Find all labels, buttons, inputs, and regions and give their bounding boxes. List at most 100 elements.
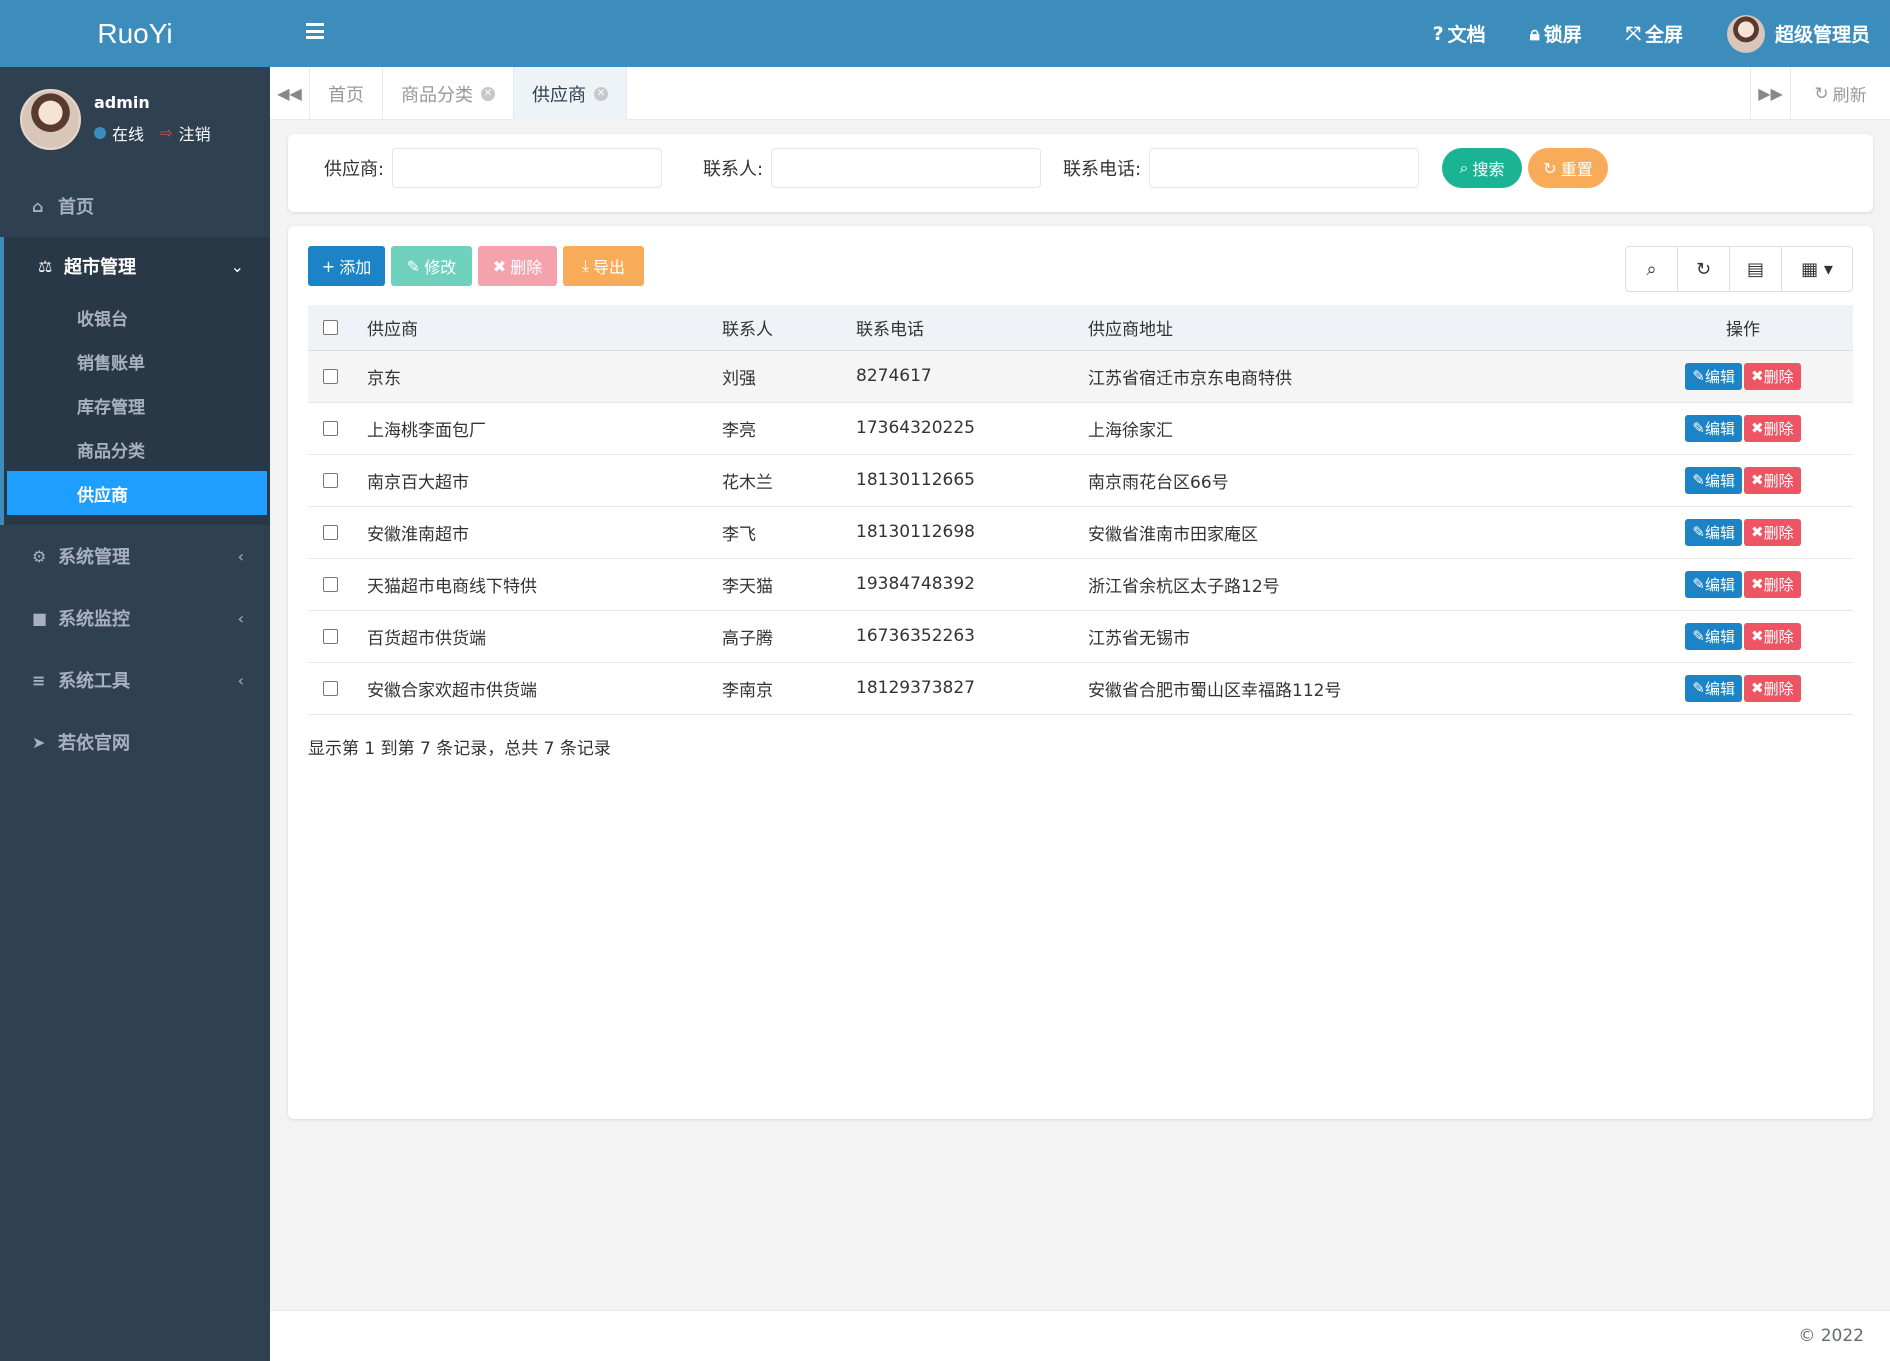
chevron-left-icon: ‹	[237, 670, 244, 690]
columns-icon[interactable]: ▦ ▾	[1782, 247, 1852, 291]
sidebar-item-supplier[interactable]: 供应商	[7, 471, 267, 515]
table-row[interactable]: 安徽淮南超市 李飞 18130112698 安徽省淮南市田家庵区 ✎ 编辑 ✖ 删除	[308, 506, 1853, 559]
sidebar-item-monitor[interactable]: ■ 系统监控 ‹	[0, 587, 270, 649]
row-edit-label: 编辑	[1704, 367, 1735, 386]
row-edit-label: 编辑	[1704, 523, 1735, 542]
table-row[interactable]: 上海桃李面包厂 李亮 17364320225 上海徐家汇 ✎ 编辑 ✖ 删除	[308, 402, 1853, 455]
sidebar-item-supermarket[interactable]: ⚖ 超市管理 ⌄	[4, 237, 270, 295]
table-row[interactable]: 南京百大超市 花木兰 18130112665 南京雨花台区66号 ✎ 编辑 ✖ 删除	[308, 454, 1853, 507]
video-camera-icon: ■	[32, 608, 48, 628]
sidebar-item-cashier[interactable]: 收银台	[4, 295, 270, 339]
cell-address: 上海徐家汇	[1088, 402, 1633, 455]
tab-supplier[interactable]: 供应商 ✕	[514, 67, 627, 120]
times-icon: ✖	[1751, 419, 1764, 437]
row-delete-button[interactable]: ✖ 删除	[1744, 622, 1801, 650]
row-edit-button[interactable]: ✎ 编辑	[1685, 466, 1742, 494]
sidebar-item-home[interactable]: ⌂ 首页	[0, 175, 270, 237]
table-row[interactable]: 京东 刘强 8274617 江苏省宿迁市京东电商特供 ✎ 编辑 ✖ 删除	[308, 350, 1853, 403]
cell-contact: 李亮	[722, 402, 856, 455]
sidebar-item-sales[interactable]: 销售账单	[4, 339, 270, 383]
row-checkbox[interactable]	[323, 420, 338, 436]
row-delete-button[interactable]: ✖ 删除	[1744, 570, 1801, 598]
row-checkbox[interactable]	[323, 680, 338, 696]
avatar[interactable]	[20, 89, 81, 150]
sidebar-item-tools[interactable]: ≡ 系统工具 ‹	[0, 649, 270, 711]
row-checkbox[interactable]	[323, 368, 338, 384]
search-toggle-icon[interactable]: ⌕	[1626, 247, 1678, 291]
logout-icon[interactable]: ⇨	[160, 124, 173, 142]
table-row[interactable]: 百货超市供货端 高子腾 16736352263 江苏省无锡市 ✎ 编辑 ✖ 删除	[308, 610, 1853, 663]
close-icon[interactable]: ✕	[594, 86, 608, 101]
row-checkbox[interactable]	[323, 524, 338, 540]
row-delete-button[interactable]: ✖ 删除	[1744, 362, 1801, 390]
sidebar-item-category[interactable]: 商品分类	[4, 427, 270, 471]
sidebar-item-label: 首页	[58, 197, 94, 218]
row-edit-button[interactable]: ✎ 编辑	[1685, 622, 1742, 650]
row-delete-button[interactable]: ✖ 删除	[1744, 674, 1801, 702]
times-icon: ✖	[492, 256, 507, 276]
chevron-left-icon: ‹	[237, 546, 244, 566]
docs-link[interactable]: ? 文档	[1433, 20, 1486, 47]
row-edit-button[interactable]: ✎ 编辑	[1685, 414, 1742, 442]
close-icon[interactable]: ✕	[481, 86, 495, 101]
menu-toggle-icon[interactable]	[306, 23, 324, 39]
phone-input[interactable]	[1149, 148, 1420, 188]
row-edit-button[interactable]: ✎ 编辑	[1685, 518, 1742, 546]
sidebar-item-system[interactable]: ⚙ 系统管理 ‹	[0, 525, 270, 587]
row-delete-button[interactable]: ✖ 删除	[1744, 466, 1801, 494]
cell-supplier: 南京百大超市	[367, 454, 722, 507]
supplier-label: 供应商:	[324, 159, 385, 180]
app-logo[interactable]: RuoYi	[0, 0, 270, 67]
search-button[interactable]: ⌕ 搜索	[1442, 148, 1522, 188]
logout-link[interactable]: 注销	[179, 121, 211, 145]
row-edit-button[interactable]: ✎ 编辑	[1685, 674, 1742, 702]
column-actions: 操作	[1633, 305, 1853, 351]
column-contact[interactable]: 联系人	[722, 305, 856, 351]
tabs-scroll-left-icon[interactable]: ◀◀	[270, 67, 310, 120]
fullscreen-link[interactable]: ⤧ 全屏	[1626, 20, 1683, 47]
table-row[interactable]: 安徽合家欢超市供货端 李南京 18129373827 安徽省合肥市蜀山区幸福路112号…	[308, 662, 1853, 715]
tab-home[interactable]: 首页	[310, 67, 383, 120]
toggle-view-icon[interactable]: ▤	[1730, 247, 1782, 291]
reset-button[interactable]: ↻ 重置	[1528, 148, 1608, 188]
tab-category[interactable]: 商品分类 ✕	[383, 67, 514, 120]
avatar	[1726, 14, 1765, 53]
column-phone[interactable]: 联系电话	[856, 305, 1088, 351]
row-edit-button[interactable]: ✎ 编辑	[1685, 570, 1742, 598]
row-checkbox[interactable]	[323, 576, 338, 592]
select-all-checkbox[interactable]	[323, 319, 338, 335]
row-delete-label: 删除	[1763, 419, 1794, 438]
edit-button[interactable]: ✎ 修改	[391, 246, 472, 286]
export-button[interactable]: ⤓ 导出	[563, 246, 644, 286]
row-checkbox[interactable]	[323, 628, 338, 644]
row-delete-button[interactable]: ✖ 删除	[1744, 414, 1801, 442]
tab-label: 首页	[328, 84, 364, 106]
lock-screen-link[interactable]: 🔒︎ 锁屏	[1530, 20, 1582, 47]
sidebar-item-website[interactable]: ➤ 若依官网	[0, 711, 270, 773]
refresh-icon[interactable]: ↻	[1678, 247, 1730, 291]
delete-button[interactable]: ✖ 删除	[478, 246, 557, 286]
tabs-scroll-right-icon[interactable]: ▶▶	[1750, 67, 1790, 120]
balance-scale-icon: ⚖	[38, 256, 53, 276]
cell-actions: ✎ 编辑 ✖ 删除	[1633, 402, 1853, 455]
add-button[interactable]: + 添加	[308, 246, 385, 286]
contact-input[interactable]	[771, 148, 1042, 188]
times-icon: ✖	[1751, 523, 1764, 541]
chevron-left-icon: ‹	[237, 608, 244, 628]
cell-contact: 花木兰	[722, 454, 856, 507]
row-edit-label: 编辑	[1704, 471, 1735, 490]
supplier-input[interactable]	[392, 148, 663, 188]
search-icon: ⌕	[1459, 158, 1469, 177]
refresh-tab-button[interactable]: ↻ 刷新	[1790, 67, 1890, 120]
user-menu[interactable]: 超级管理员	[1726, 14, 1870, 53]
column-supplier[interactable]: 供应商	[367, 305, 722, 351]
row-checkbox[interactable]	[323, 472, 338, 488]
edit-icon: ✎	[1692, 679, 1705, 697]
sidebar-item-inventory[interactable]: 库存管理	[4, 383, 270, 427]
download-icon: ⤓	[581, 256, 590, 275]
cell-phone: 8274617	[856, 350, 1088, 403]
row-delete-button[interactable]: ✖ 删除	[1744, 518, 1801, 546]
table-row[interactable]: 天猫超市电商线下特供 李天猫 19384748392 浙江省余杭区太子路12号 ✎ 编辑 ✖…	[308, 558, 1853, 611]
column-address[interactable]: 供应商地址	[1088, 305, 1633, 351]
row-edit-button[interactable]: ✎ 编辑	[1685, 362, 1742, 390]
